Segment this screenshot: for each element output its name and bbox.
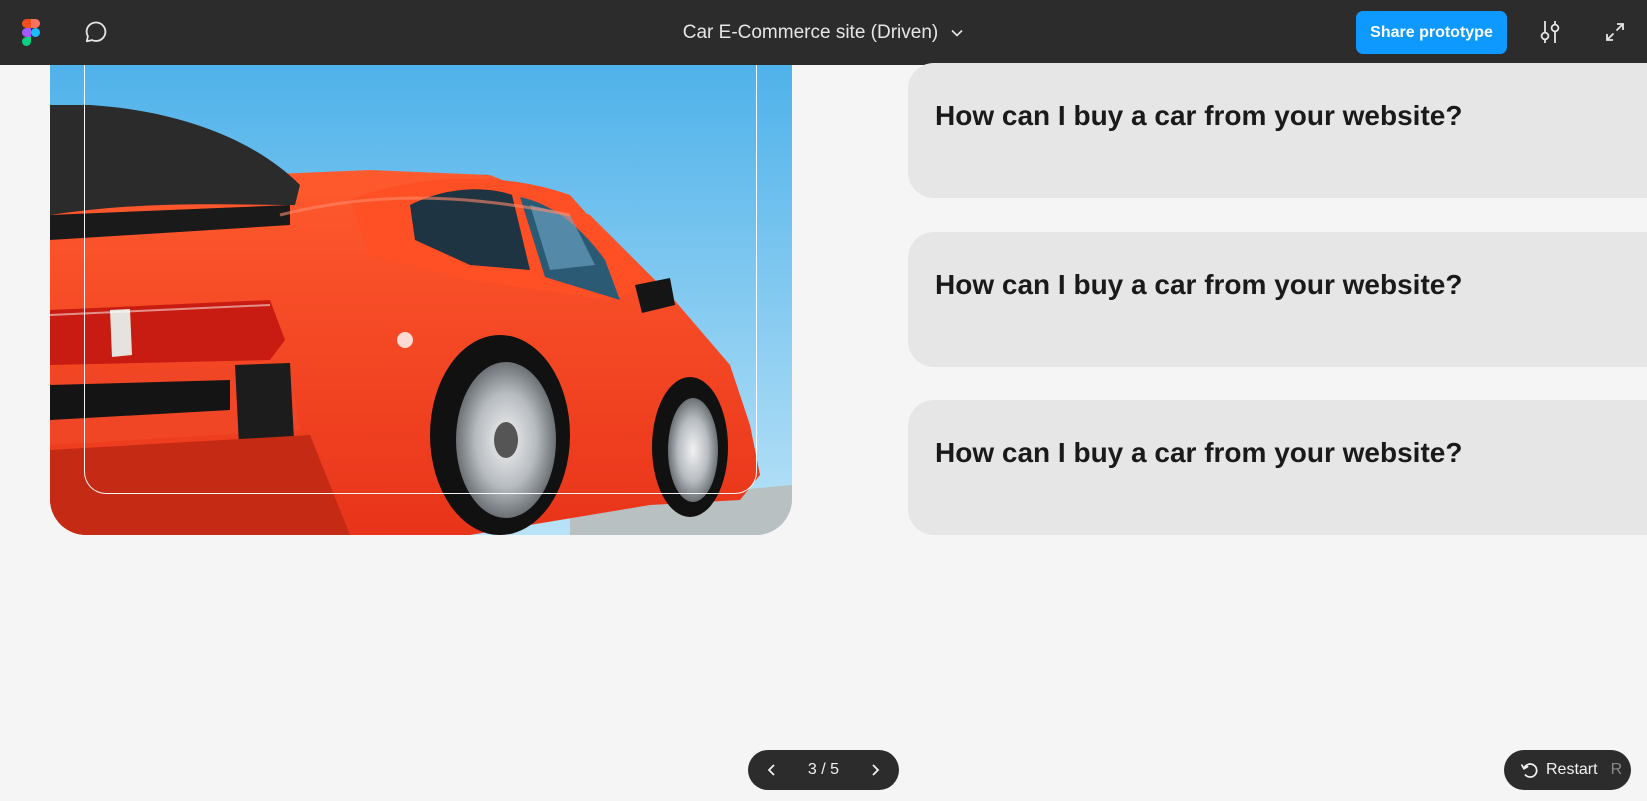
faq-item[interactable]: How can I buy a car from your website? (908, 232, 1647, 367)
comment-icon[interactable] (84, 20, 108, 44)
restart-shortcut: R (1610, 761, 1623, 778)
chevron-right-icon (872, 764, 880, 776)
restart-label: Restart (1546, 761, 1598, 778)
figma-logo-icon[interactable] (22, 19, 40, 46)
chevron-left-icon (767, 764, 775, 776)
chevron-down-icon (951, 29, 963, 37)
restart-icon (1520, 763, 1538, 778)
faq-item[interactable]: How can I buy a car from your website? (908, 63, 1647, 198)
hero-car-image (50, 65, 792, 535)
faq-question: How can I buy a car from your website? (935, 437, 1463, 468)
prototype-toolbar: Car E-Commerce site (Driven) Share proto… (0, 0, 1647, 65)
settings-sliders-icon[interactable] (1538, 19, 1562, 45)
restart-button[interactable]: Restart R (1504, 750, 1631, 790)
next-frame-button[interactable] (865, 760, 885, 780)
previous-frame-button[interactable] (762, 760, 782, 780)
expand-icon[interactable] (1603, 20, 1627, 44)
faq-item[interactable]: How can I buy a car from your website? (908, 400, 1647, 535)
frame-pager: 3 / 5 (748, 750, 899, 790)
file-title: Car E-Commerce site (Driven) (682, 21, 939, 43)
faq-question: How can I buy a car from your website? (935, 269, 1463, 300)
faq-question: How can I buy a car from your website? (935, 100, 1463, 131)
file-title-dropdown[interactable]: Car E-Commerce site (Driven) (683, 22, 964, 44)
frame-counter: 3 / 5 (807, 761, 840, 778)
share-prototype-button[interactable]: Share prototype (1356, 11, 1507, 54)
